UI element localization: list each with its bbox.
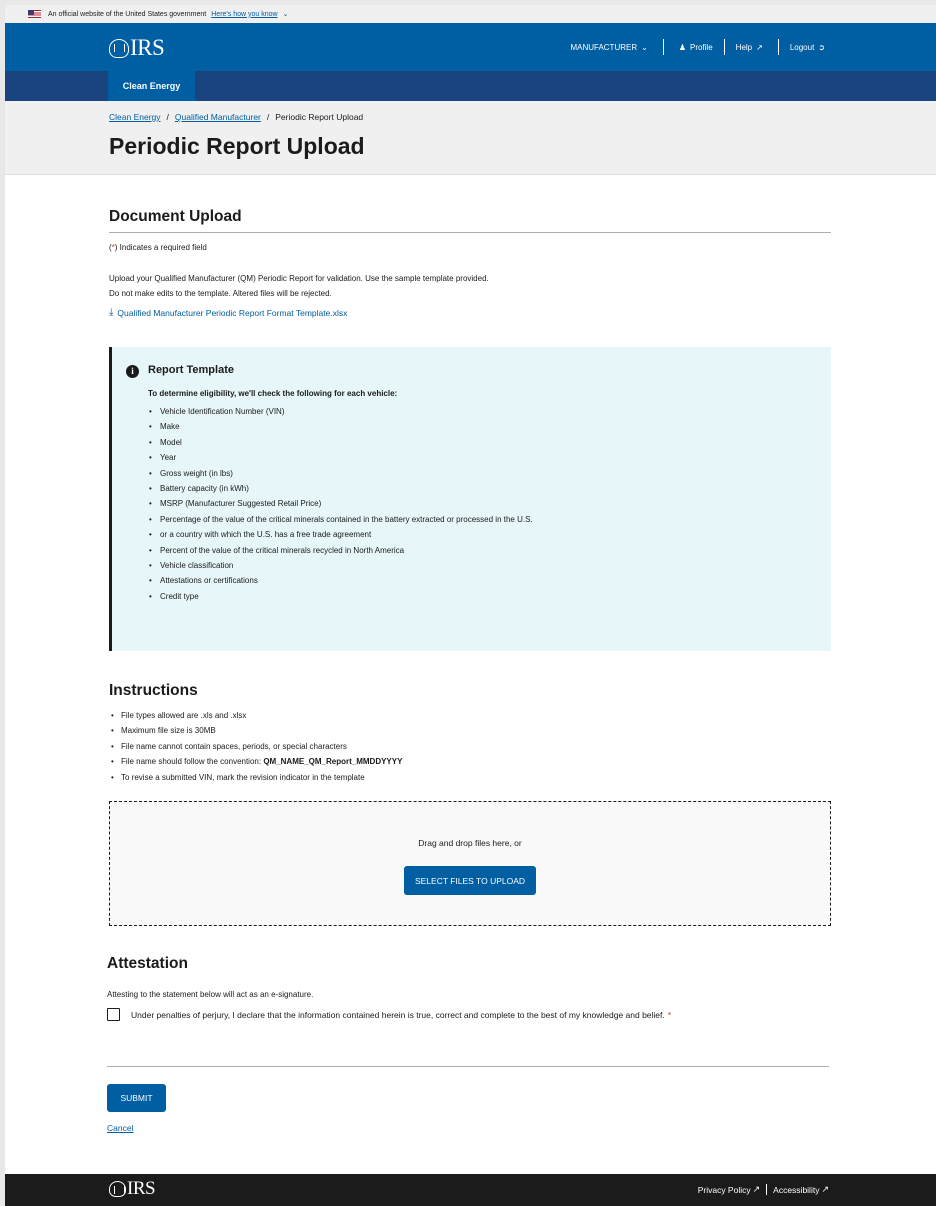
logout-link[interactable]: Logout ➲ <box>779 39 829 55</box>
alert-title: Report Template <box>148 364 234 376</box>
document-upload-title: Document Upload <box>109 208 831 233</box>
profile-label: Profile <box>689 42 713 52</box>
breadcrumb-separator: / <box>266 112 270 122</box>
instructions-list: File types allowed are .xls and .xlsx Ma… <box>109 708 402 785</box>
breadcrumb-current: Periodic Report Upload <box>275 112 364 122</box>
tab-clean-energy[interactable]: Clean Energy <box>108 71 195 101</box>
template-link-text: Qualified Manufacturer Periodic Report F… <box>117 307 348 318</box>
external-link-icon: ↗ <box>752 1184 761 1194</box>
list-item: Vehicle Identification Number (VIN) <box>148 404 533 420</box>
list-item: Maximum file size is 30MB <box>109 723 402 739</box>
info-icon: i <box>126 365 139 378</box>
cancel-link[interactable]: Cancel <box>107 1123 133 1133</box>
intro-line-1: Upload your Qualified Manufacturer (QM) … <box>109 274 489 283</box>
site-footer: IRS Privacy Policy ↗ Accessibility ↗ <box>5 1174 936 1206</box>
list-item: MSRP (Manufacturer Suggested Retail Pric… <box>148 496 533 512</box>
attestation-statement[interactable]: Under penalties of perjury, I declare th… <box>131 1010 665 1020</box>
help-link[interactable]: Help ↗ <box>725 39 778 55</box>
dropzone-text: Drag and drop files here, or <box>418 838 522 848</box>
list-item: Vehicle classification <box>148 558 533 574</box>
manufacturer-menu[interactable]: MANUFACTURER ⌄ <box>559 39 662 55</box>
footer-logo-text: IRS <box>127 1178 156 1199</box>
page-title: Periodic Report Upload <box>109 133 365 159</box>
eagle-icon <box>109 38 129 58</box>
list-item: Percent of the value of the critical min… <box>148 543 533 559</box>
footer-divider <box>766 1184 768 1195</box>
divider <box>107 1066 829 1067</box>
list-item: Credit type <box>148 589 533 605</box>
heres-how-you-know-link[interactable]: Here's how you know <box>211 11 277 18</box>
footer-irs-logo[interactable]: IRS <box>109 1178 156 1200</box>
irs-logo[interactable]: IRS <box>109 35 165 61</box>
instructions-title: Instructions <box>109 682 198 699</box>
list-item: Year <box>148 450 533 466</box>
convention-label: File name should follow the convention: <box>121 757 264 767</box>
required-field-note: (*) Indicates a required field <box>109 243 207 252</box>
page: An official website of the United States… <box>5 5 936 1206</box>
attestation-checkbox[interactable] <box>107 1008 120 1021</box>
eagle-icon <box>109 1181 126 1197</box>
user-icon: ♟ <box>678 42 686 52</box>
required-star: * <box>667 1009 672 1020</box>
list-item: Model <box>148 435 533 451</box>
sub-nav: Clean Energy <box>5 71 936 101</box>
list-item: Make <box>148 419 533 435</box>
privacy-policy-link[interactable]: Privacy Policy <box>698 1185 751 1195</box>
site-header: IRS MANUFACTURER ⌄ ♟ Profile Help ↗ Logo… <box>5 23 936 71</box>
page-header: Clean Energy / Qualified Manufacturer / … <box>5 101 936 175</box>
profile-link[interactable]: ♟ Profile <box>664 39 724 55</box>
list-item: Battery capacity (in kWh) <box>148 481 533 497</box>
breadcrumb-qualified-manufacturer[interactable]: Qualified Manufacturer <box>175 112 261 122</box>
list-item: File name should follow the convention: … <box>109 754 403 770</box>
top-nav: MANUFACTURER ⌄ ♟ Profile Help ↗ Logout ➲ <box>559 39 829 55</box>
manufacturer-label: MANUFACTURER <box>570 42 638 52</box>
us-flag-icon <box>28 10 41 18</box>
list-item: To revise a submitted VIN, mark the revi… <box>109 770 402 786</box>
breadcrumb-separator: / <box>166 112 169 122</box>
list-item-continuation: or a country with which the U.S. has a f… <box>148 527 533 543</box>
file-dropzone[interactable]: Drag and drop files here, or SELECT FILE… <box>109 801 831 926</box>
template-download-link[interactable]: ⤓ Qualified Manufacturer Periodic Report… <box>109 307 347 318</box>
alert-lead: To determine eligibility, we'll check th… <box>148 389 398 398</box>
footer-links: Privacy Policy ↗ Accessibility ↗ <box>698 1184 829 1195</box>
list-item: Attestations or certifications <box>148 573 533 589</box>
help-label: Help <box>735 42 753 52</box>
list-item: File types allowed are .xls and .xlsx <box>109 708 402 724</box>
external-link-icon: ↗ <box>756 42 763 52</box>
external-link-icon: ↗ <box>821 1184 829 1194</box>
chevron-down-icon: ⌄ <box>641 42 648 52</box>
breadcrumb-clean-energy[interactable]: Clean Energy <box>109 112 161 122</box>
attestation-note: Attesting to the statement below will ac… <box>107 990 314 999</box>
required-note-text: ) Indicates a required field <box>114 243 207 252</box>
submit-button[interactable]: SUBMIT <box>107 1084 166 1112</box>
logout-icon: ➲ <box>818 42 825 52</box>
list-item: File name cannot contain spaces, periods… <box>109 739 402 755</box>
attestation-title: Attestation <box>107 955 188 972</box>
intro-line-2: Do not make edits to the template. Alter… <box>109 289 332 298</box>
accessibility-link[interactable]: Accessibility <box>773 1185 819 1195</box>
chevron-down-icon[interactable]: ⌄ <box>283 10 289 18</box>
logo-text: IRS <box>130 35 165 60</box>
gov-banner-text: An official website of the United States… <box>48 10 207 18</box>
gov-banner: An official website of the United States… <box>5 5 936 23</box>
upload-intro: Upload your Qualified Manufacturer (QM) … <box>109 271 489 301</box>
report-template-alert: i Report Template To determine eligibili… <box>109 347 831 651</box>
list-item: Gross weight (in lbs) <box>148 466 533 482</box>
logout-label: Logout <box>789 42 815 52</box>
breadcrumb: Clean Energy / Qualified Manufacturer / … <box>109 112 363 122</box>
list-item: Percentage of the value of the critical … <box>148 512 533 528</box>
download-icon: ⤓ <box>109 307 114 318</box>
attestation-row: Under penalties of perjury, I declare th… <box>107 1008 671 1021</box>
file-name-convention: QM_NAME_QM_Report_MMDDYYYY <box>263 757 403 767</box>
template-field-list: Vehicle Identification Number (VIN) Make… <box>148 404 533 605</box>
select-files-button[interactable]: SELECT FILES TO UPLOAD <box>404 866 536 895</box>
